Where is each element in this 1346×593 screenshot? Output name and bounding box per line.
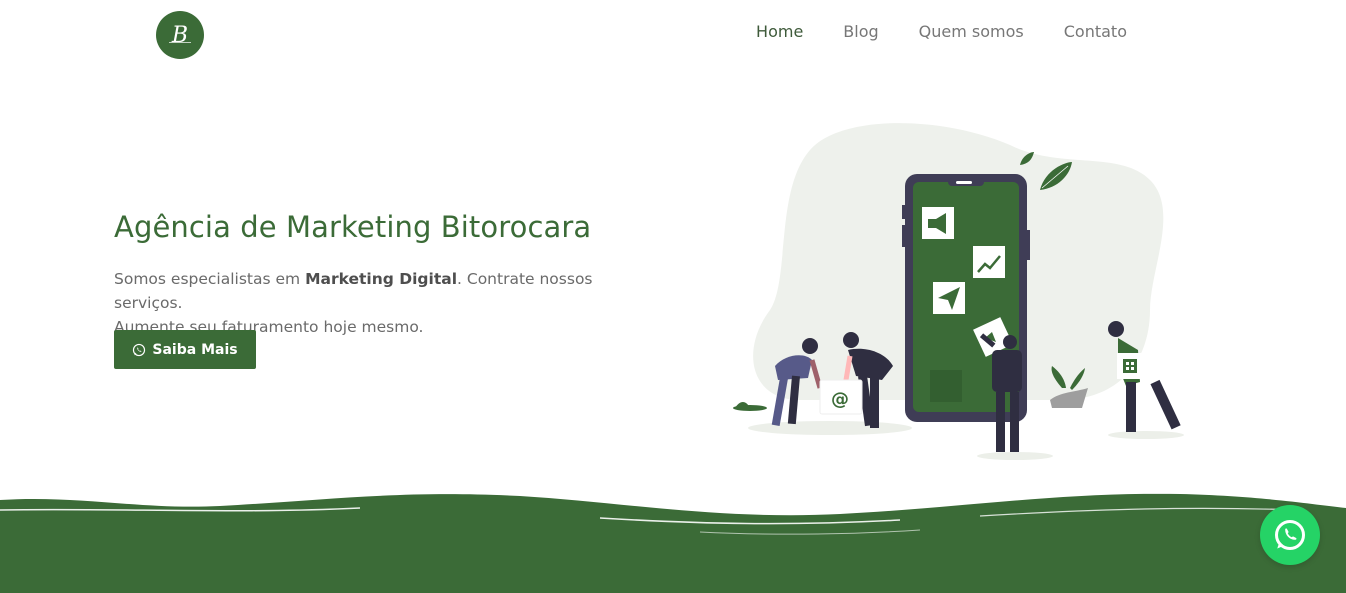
bottom-wave: [0, 493, 1346, 593]
saiba-mais-button[interactable]: Saiba Mais: [114, 330, 256, 369]
saiba-mais-label: Saiba Mais: [152, 341, 238, 358]
whatsapp-icon: [133, 343, 146, 356]
ground-shadow-mid: [977, 452, 1053, 460]
logo-underline: [169, 42, 191, 43]
logo-letter: B: [171, 22, 189, 48]
whatsapp-icon: [1275, 520, 1305, 550]
at-symbol: @: [831, 389, 849, 410]
hero-text-start: Somos especialistas em: [114, 270, 306, 288]
hero-title: Agência de Marketing Bitorocara: [114, 210, 592, 244]
whatsapp-float-button[interactable]: [1260, 505, 1320, 565]
nav-blog[interactable]: Blog: [823, 21, 898, 43]
hero-text: Somos especialistas em Marketing Digital…: [114, 267, 654, 339]
nav-home[interactable]: Home: [736, 21, 823, 43]
chart-icon: [973, 246, 1005, 278]
logo[interactable]: B: [156, 11, 204, 59]
ground-shadow-right: [1108, 431, 1184, 439]
hero-illustration: @: [733, 123, 1184, 460]
main-nav: Home Blog Quem somos Contato: [736, 21, 1127, 43]
nav-quem-somos[interactable]: Quem somos: [899, 21, 1044, 43]
nav-contato[interactable]: Contato: [1044, 21, 1127, 43]
hero-text-bold: Marketing Digital: [305, 270, 458, 288]
plant-left: [733, 402, 767, 411]
